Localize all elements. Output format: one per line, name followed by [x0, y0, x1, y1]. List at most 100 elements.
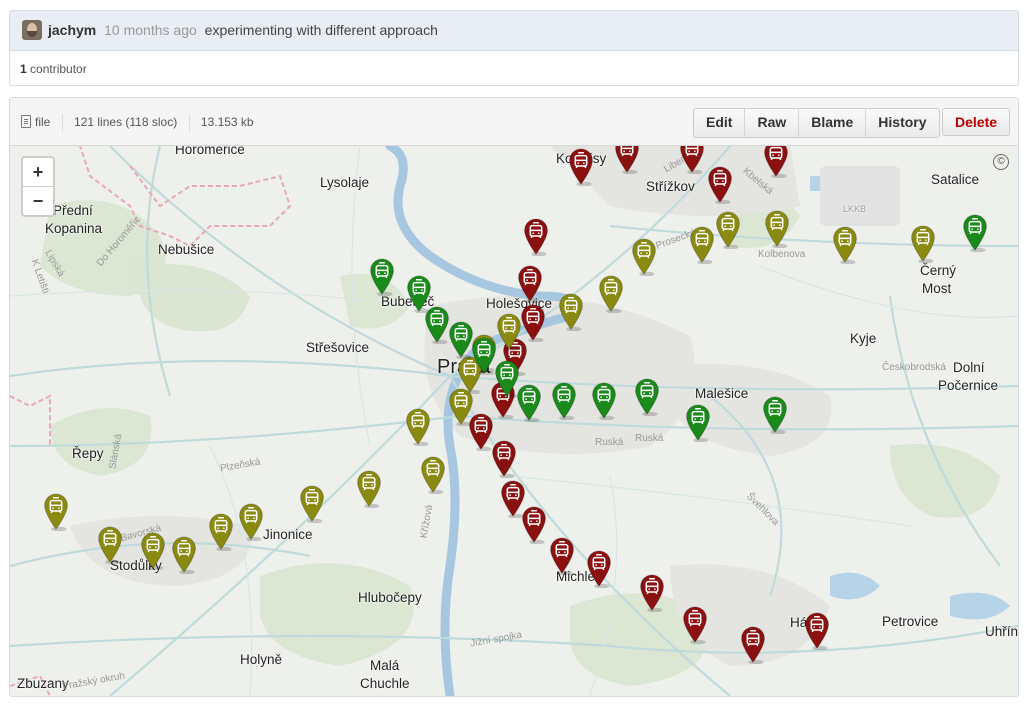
- tram-stop-marker-red[interactable]: [523, 218, 549, 256]
- tram-stop-marker-green[interactable]: [551, 382, 577, 420]
- file-icon: [21, 115, 31, 129]
- edit-button[interactable]: Edit: [694, 109, 744, 137]
- tram-stop-marker-olive[interactable]: [631, 238, 657, 276]
- file-info: file 121 lines (118 sloc) 13.153 kb: [21, 114, 254, 132]
- tram-icon: [691, 407, 705, 425]
- tram-stop-marker-olive[interactable]: [208, 513, 234, 551]
- tram-stop-marker-green[interactable]: [424, 306, 450, 344]
- tram-stop-marker-red[interactable]: [804, 612, 830, 650]
- tram-icon: [430, 309, 444, 327]
- tram-stop-marker-olive[interactable]: [764, 210, 790, 248]
- copyright-icon[interactable]: ©: [993, 154, 1009, 170]
- tram-stop-marker-green[interactable]: [762, 396, 788, 434]
- avatar[interactable]: [22, 20, 42, 40]
- tram-icon: [968, 217, 982, 235]
- street-label: Českobrodská: [882, 362, 946, 373]
- tram-stop-marker-olive[interactable]: [43, 493, 69, 531]
- raw-button[interactable]: Raw: [744, 109, 798, 137]
- tram-stop-marker-olive[interactable]: [238, 503, 264, 541]
- tram-stop-marker-olive[interactable]: [832, 226, 858, 264]
- tram-stop-marker-olive[interactable]: [715, 211, 741, 249]
- tram-stop-marker-red[interactable]: [614, 146, 640, 174]
- tram-stop-marker-red[interactable]: [517, 265, 543, 303]
- tram-stop-marker-olive[interactable]: [598, 275, 624, 313]
- tram-stop-marker-green[interactable]: [516, 384, 542, 422]
- tram-stop-marker-olive[interactable]: [140, 532, 166, 570]
- place-label: Kyje: [850, 331, 877, 346]
- tram-icon: [506, 483, 520, 501]
- tram-stop-marker-olive[interactable]: [689, 226, 715, 264]
- tram-stop-marker-green[interactable]: [685, 404, 711, 442]
- tram-stop-marker-red[interactable]: [763, 146, 789, 178]
- street-label: Kolbenova: [758, 249, 806, 260]
- place-label: Malá: [370, 658, 400, 673]
- tram-stop-marker-olive[interactable]: [496, 313, 522, 351]
- tram-stop-marker-red[interactable]: [639, 574, 665, 612]
- commit-time: 10 months ago: [104, 22, 197, 38]
- tram-stop-marker-red[interactable]: [521, 506, 547, 544]
- tram-stop-marker-olive[interactable]: [420, 456, 446, 494]
- file-type-label: file: [35, 115, 51, 130]
- map-view[interactable]: Horomerice Lysolaje Kobylisy Střížkov Sa…: [10, 146, 1018, 696]
- tram-stop-marker-olive[interactable]: [171, 536, 197, 574]
- tram-stop-marker-green[interactable]: [634, 378, 660, 416]
- place-label: Holyně: [240, 652, 283, 667]
- commit-author-link[interactable]: jachym: [48, 22, 96, 38]
- place-label: Petrovice: [882, 614, 939, 629]
- contributors-link[interactable]: 1 contributor: [20, 62, 87, 76]
- tram-stop-marker-red[interactable]: [549, 537, 575, 575]
- place-label: Horomerice: [175, 146, 245, 157]
- tram-stop-marker-olive[interactable]: [299, 485, 325, 523]
- tram-stop-marker-red[interactable]: [568, 148, 594, 186]
- contributors-count: 1: [20, 62, 27, 76]
- zoom-out-button[interactable]: −: [23, 187, 53, 215]
- tram-stop-marker-red[interactable]: [707, 166, 733, 204]
- tram-stop-marker-olive[interactable]: [356, 470, 382, 508]
- place-label: Počernice: [938, 378, 999, 393]
- tram-stop-marker-red[interactable]: [740, 626, 766, 664]
- tram-stop-marker-green[interactable]: [369, 258, 395, 296]
- tram-icon: [564, 296, 578, 314]
- tram-stop-marker-olive[interactable]: [910, 225, 936, 263]
- tram-stop-marker-olive[interactable]: [405, 408, 431, 446]
- place-label: Řepy: [72, 446, 104, 461]
- tram-stop-marker-red[interactable]: [586, 550, 612, 588]
- tram-stop-marker-olive[interactable]: [97, 526, 123, 564]
- place-label: Uhříněves: [985, 624, 1018, 639]
- tram-icon: [604, 278, 618, 296]
- tram-stop-marker-red[interactable]: [491, 440, 517, 478]
- blame-button[interactable]: Blame: [798, 109, 865, 137]
- tram-icon: [838, 229, 852, 247]
- tram-icon: [916, 228, 930, 246]
- tram-stop-marker-red[interactable]: [682, 606, 708, 644]
- zoom-in-button[interactable]: +: [23, 158, 53, 187]
- map-basemap: [10, 146, 1018, 696]
- tram-icon: [592, 553, 606, 571]
- commit-message-link[interactable]: experimenting with different approach: [205, 22, 438, 38]
- delete-button[interactable]: Delete: [942, 108, 1011, 136]
- tram-icon: [477, 340, 491, 358]
- tram-stop-marker-red[interactable]: [679, 146, 705, 174]
- tram-icon: [146, 535, 160, 553]
- tram-icon: [214, 516, 228, 534]
- tram-icon: [688, 609, 702, 627]
- place-label: Hlubočepy: [358, 590, 422, 605]
- history-button[interactable]: History: [865, 109, 938, 137]
- file-lines: 121 lines (118 sloc): [74, 115, 178, 130]
- tram-stop-marker-olive[interactable]: [448, 388, 474, 426]
- tram-stop-marker-green[interactable]: [962, 214, 988, 252]
- tram-icon: [523, 268, 537, 286]
- tram-stop-marker-green[interactable]: [591, 382, 617, 420]
- tram-icon: [103, 529, 117, 547]
- tram-icon: [49, 496, 63, 514]
- tram-icon: [637, 241, 651, 259]
- tram-stop-marker-olive[interactable]: [558, 293, 584, 331]
- tram-stop-marker-red[interactable]: [520, 304, 546, 342]
- place-label: Nebušice: [158, 242, 215, 257]
- tram-icon: [244, 506, 258, 524]
- place-label: Střížkov: [646, 179, 695, 194]
- tram-icon: [527, 509, 541, 527]
- place-label: Lysolaje: [320, 175, 370, 190]
- tram-icon: [721, 214, 735, 232]
- tram-icon: [529, 221, 543, 239]
